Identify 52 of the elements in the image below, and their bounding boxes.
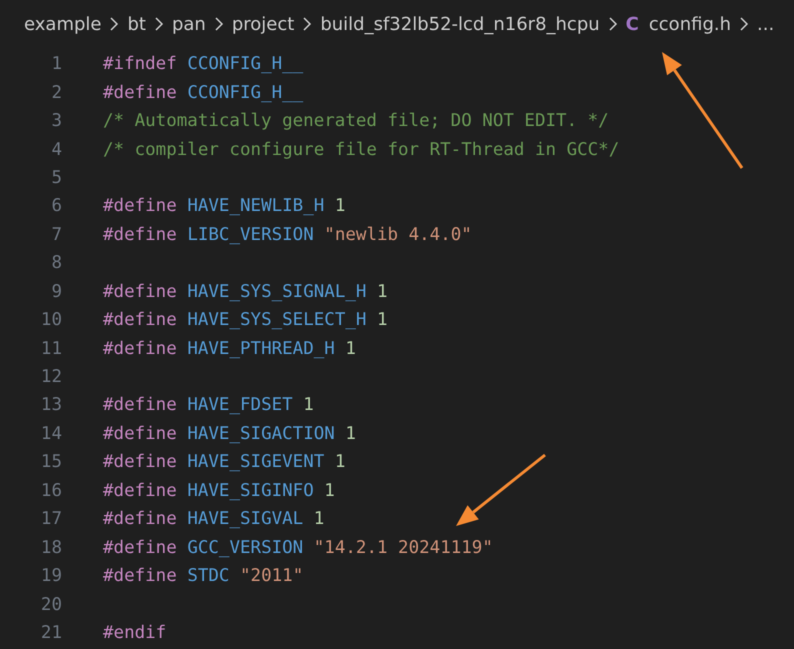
code-line: #define CCONFIG_H__ bbox=[103, 82, 304, 103]
breadcrumb-folder[interactable]: pan bbox=[172, 14, 206, 34]
line-number: 14 bbox=[40, 424, 62, 444]
code-line: #define HAVE_SIGACTION 1 bbox=[103, 424, 356, 444]
line-number: 17 bbox=[40, 509, 62, 530]
chevron-right-icon bbox=[109, 17, 120, 31]
code-line: #define HAVE_SYS_SIGNAL_H 1 bbox=[103, 282, 388, 302]
chevron-right-icon bbox=[154, 17, 164, 31]
code-line: #define HAVE_PTHREAD_H 1 bbox=[103, 338, 356, 359]
line-number: 2 bbox=[50, 82, 62, 103]
line-number: 7 bbox=[50, 224, 62, 245]
line-number: 19 bbox=[40, 566, 62, 586]
breadcrumb-more[interactable]: ... bbox=[757, 14, 774, 34]
line-number: 20 bbox=[40, 594, 62, 615]
breadcrumb-folder[interactable]: build_sf32lb52-lcd_n16r8_hcpu bbox=[320, 14, 600, 34]
c-file-icon: C bbox=[626, 14, 639, 34]
code-line: #endif bbox=[103, 622, 166, 643]
line-number: 18 bbox=[40, 538, 62, 558]
breadcrumb-folder[interactable]: bt bbox=[127, 14, 146, 34]
code-line: #define LIBC_VERSION "newlib 4.4.0" bbox=[103, 224, 472, 245]
line-number: 15 bbox=[40, 452, 62, 472]
line-number: 12 bbox=[40, 367, 62, 388]
code-comment: /* Automatically generated file; DO NOT EDIT. */ bbox=[103, 111, 609, 132]
code-comment: /* compiler configure file for RT-Thread in GCC*/ bbox=[103, 140, 620, 160]
code-line: #define HAVE_SIGVAL 1 bbox=[103, 509, 324, 530]
chevron-right-icon bbox=[302, 17, 312, 31]
line-number: 1 bbox=[50, 54, 62, 74]
line-number: 3 bbox=[50, 111, 62, 132]
code-line: #ifndef CCONFIG_H__ bbox=[103, 54, 304, 74]
code-line: #define HAVE_SIGINFO 1 bbox=[103, 480, 335, 501]
code-line: #define STDC "2011" bbox=[103, 566, 304, 586]
line-number: 16 bbox=[40, 480, 62, 501]
line-number: 13 bbox=[40, 395, 62, 416]
code-line: #define HAVE_SYS_SELECT_H 1 bbox=[103, 310, 388, 330]
line-number: 5 bbox=[50, 168, 62, 188]
chevron-right-icon bbox=[608, 17, 618, 31]
chevron-right-icon bbox=[214, 17, 224, 31]
line-number: 6 bbox=[50, 196, 62, 216]
code-line: #define HAVE_SIGEVENT 1 bbox=[103, 452, 346, 472]
line-number: 10 bbox=[40, 310, 62, 330]
line-number: 21 bbox=[40, 622, 62, 643]
chevron-right-icon bbox=[739, 17, 749, 31]
code-line: #define HAVE_FDSET 1 bbox=[103, 395, 314, 416]
breadcrumb-folder[interactable]: example bbox=[24, 14, 102, 34]
line-number: 8 bbox=[50, 253, 62, 274]
code-line: #define GCC_VERSION "14.2.1 20241119" bbox=[103, 538, 493, 558]
breadcrumb-folder[interactable]: project bbox=[232, 14, 294, 34]
breadcrumb-file[interactable]: cconfig.h bbox=[648, 14, 731, 34]
line-number: 9 bbox=[50, 282, 62, 302]
code-line: #define HAVE_NEWLIB_H 1 bbox=[103, 196, 346, 216]
line-number: 4 bbox=[50, 140, 62, 160]
line-number: 11 bbox=[40, 338, 62, 359]
